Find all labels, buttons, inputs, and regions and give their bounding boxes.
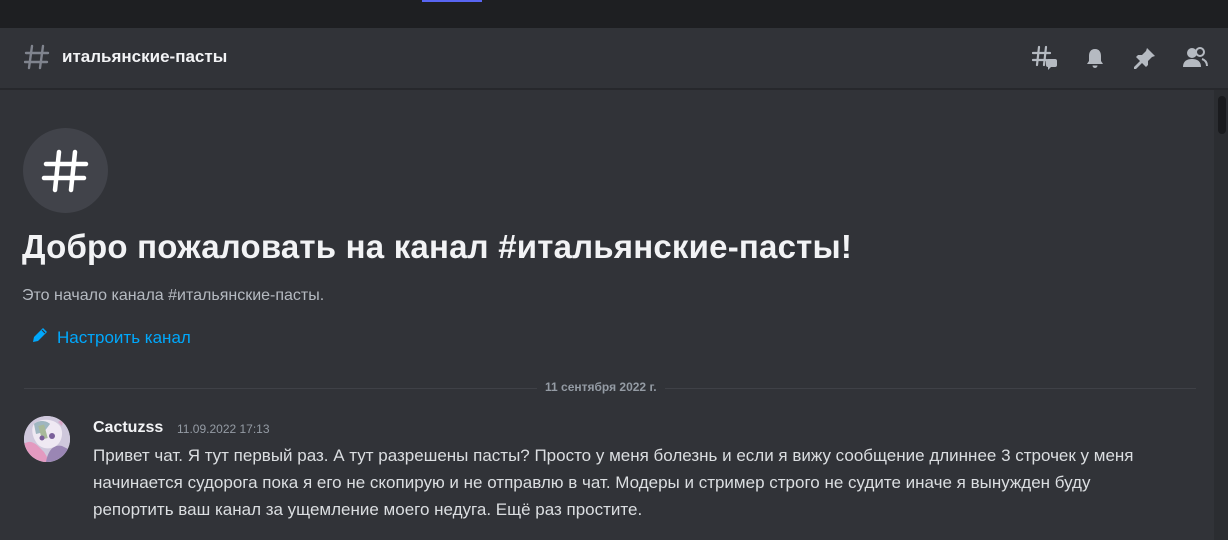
scrollbar-thumb[interactable] [1218, 96, 1226, 134]
scrollbar[interactable] [1214, 90, 1228, 540]
app-top-bar [0, 0, 1228, 28]
setup-channel-label: Настроить канал [57, 327, 191, 347]
active-tab-indicator [422, 0, 482, 2]
notification-bell-icon[interactable] [1082, 45, 1108, 71]
member-list-icon[interactable] [1182, 45, 1208, 71]
date-divider-label: 11 сентября 2022 г. [537, 380, 665, 394]
header-toolbar [1032, 44, 1208, 72]
channel-hash-icon [23, 43, 50, 73]
pencil-icon [32, 327, 48, 348]
welcome-title: Добро пожаловать на канал #итальянские-п… [22, 228, 853, 265]
threads-icon[interactable] [1032, 45, 1058, 71]
setup-channel-link[interactable]: Настроить канал [32, 327, 191, 348]
channel-title: итальянские-пасты [62, 47, 228, 66]
welcome-subtitle: Это начало канала #итальянские-пасты. [22, 287, 325, 304]
pin-icon[interactable] [1132, 45, 1158, 71]
avatar[interactable] [24, 416, 70, 462]
message-timestamp: 11.09.2022 17:13 [177, 422, 270, 436]
message-content: Привет чат. Я тут первый раз. А тут разр… [93, 446, 1134, 519]
channel-welcome-hash-icon [23, 128, 108, 213]
channel-header: итальянские-пасты [0, 28, 1228, 89]
message-author[interactable]: Cactuzss [93, 419, 163, 437]
